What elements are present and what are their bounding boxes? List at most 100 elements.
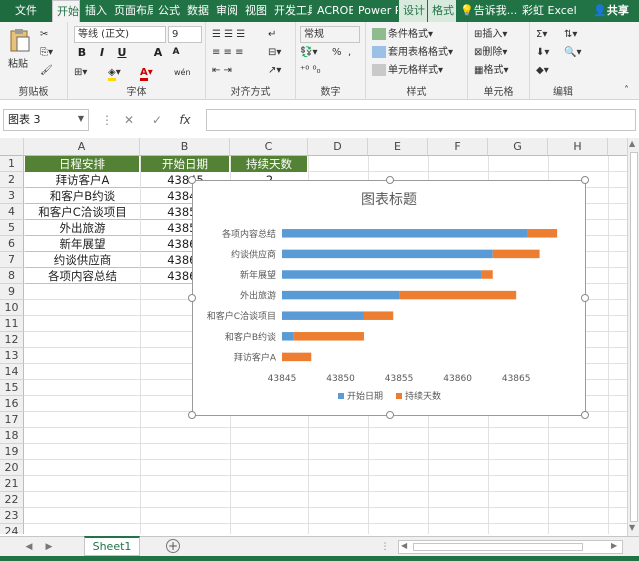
cut-icon[interactable]: ✂ — [40, 26, 48, 43]
row-header[interactable]: 3 — [0, 188, 24, 204]
row-header[interactable]: 8 — [0, 268, 24, 284]
table-cell[interactable]: 各项内容总结 — [25, 268, 140, 284]
align-center-icon[interactable]: ≡ ≡ ≡ — [212, 44, 244, 61]
indent-icon[interactable]: ⇤ ⇥ — [212, 62, 232, 79]
column-header-b[interactable]: B — [140, 138, 230, 156]
fill-icon[interactable]: ⬇▾ — [536, 44, 549, 61]
paste-icon[interactable] — [8, 28, 32, 54]
resize-handle-nw[interactable] — [188, 176, 196, 184]
resize-handle-sw[interactable] — [188, 411, 196, 419]
cancel-icon[interactable]: ✕ — [118, 111, 140, 129]
tab-design[interactable]: 设计 — [399, 0, 427, 22]
find-select-icon[interactable]: 🔍▾ — [564, 44, 581, 61]
tab-developer[interactable]: 开发工具 — [270, 0, 312, 22]
tab-power-pivot[interactable]: Power P — [354, 0, 398, 22]
row-header[interactable]: 4 — [0, 204, 24, 220]
resize-handle-ne[interactable] — [581, 176, 589, 184]
row-header[interactable]: 19 — [0, 444, 24, 460]
borders-icon[interactable]: ⊞▾ — [74, 64, 87, 81]
row-header[interactable]: 1 — [0, 156, 24, 172]
format-painter-icon[interactable]: 🖌 — [40, 62, 53, 79]
font-name-select[interactable]: 等线 (正文) — [74, 26, 166, 43]
sort-filter-icon[interactable]: ⇅▾ — [564, 26, 577, 43]
number-format-select[interactable]: 常规 — [300, 26, 360, 43]
scroll-down-icon[interactable]: ▼ — [629, 523, 635, 532]
cell-styles-button[interactable]: 单元格样式▾ — [372, 62, 443, 79]
font-color-button[interactable]: A▾ — [140, 64, 153, 81]
row-header[interactable]: 16 — [0, 396, 24, 412]
gantt-chart[interactable]: 图表标题 各项内容总结 约谈供应商 新年展望 外出旅游 和客户C洽谈项目 和客户B约谈 拜访… — [188, 176, 589, 419]
vertical-scroll-thumb[interactable] — [630, 152, 638, 522]
column-header-d[interactable]: D — [308, 138, 368, 156]
row-header[interactable]: 18 — [0, 428, 24, 444]
scroll-up-icon[interactable]: ▲ — [629, 139, 635, 148]
row-header[interactable]: 10 — [0, 300, 24, 316]
row-header[interactable]: 7 — [0, 252, 24, 268]
scroll-right-icon[interactable]: ▶ — [611, 541, 617, 550]
tab-insert[interactable]: 插入 — [81, 0, 109, 22]
align-top-icon[interactable]: ☰ ☰ ☰ — [212, 26, 245, 43]
autosum-icon[interactable]: Σ▾ — [536, 26, 547, 43]
italic-button[interactable]: I — [94, 44, 110, 61]
row-header[interactable]: 23 — [0, 508, 24, 524]
horizontal-scroll-thumb[interactable] — [413, 543, 583, 551]
column-header-g[interactable]: G — [488, 138, 548, 156]
tab-home[interactable]: 开始 — [52, 0, 80, 23]
add-sheet-icon[interactable]: + — [166, 539, 180, 553]
tab-view[interactable]: 视图 — [241, 0, 269, 22]
table-cell[interactable]: 外出旅游 — [25, 220, 140, 236]
column-header-h[interactable]: H — [548, 138, 608, 156]
phonetic-button[interactable]: wén — [174, 64, 191, 81]
header-cell-duration[interactable]: 持续天数 — [231, 156, 308, 172]
worksheet-grid[interactable]: A B C D E F G H 1 2 3 4 5 6 7 8 9 10 11 12 13 14 15 16 1… — [0, 138, 630, 534]
decimal-icon[interactable]: ⁺⁰ ⁰₀ — [300, 62, 320, 79]
wrap-text-icon[interactable]: ↵ — [268, 26, 276, 43]
row-header[interactable]: 13 — [0, 348, 24, 364]
table-cell[interactable]: 约谈供应商 — [25, 252, 140, 268]
more-options-icon[interactable]: ⋮ — [378, 539, 392, 555]
row-header[interactable]: 24 — [0, 524, 24, 534]
underline-button[interactable]: U — [114, 44, 130, 61]
column-header-f[interactable]: F — [428, 138, 488, 156]
resize-handle-e[interactable] — [581, 294, 589, 302]
row-header[interactable]: 15 — [0, 380, 24, 396]
table-cell[interactable]: 拜访客户A — [25, 172, 140, 188]
delete-cells-button[interactable]: ⊠删除▾ — [474, 44, 507, 61]
formula-input[interactable] — [206, 109, 636, 131]
tab-format[interactable]: 格式 — [428, 0, 456, 22]
tab-page-layout[interactable]: 页面布局 — [110, 0, 153, 22]
more-icon[interactable]: ⋮ — [96, 111, 118, 129]
prev-sheet-icon[interactable]: ◀ — [22, 539, 36, 555]
comma-button[interactable]: , — [348, 44, 351, 61]
row-header[interactable]: 20 — [0, 460, 24, 476]
row-header[interactable]: 17 — [0, 412, 24, 428]
orientation-icon[interactable]: ↗▾ — [268, 62, 281, 79]
row-header[interactable]: 6 — [0, 236, 24, 252]
format-cells-button[interactable]: ▦格式▾ — [474, 62, 508, 79]
row-header[interactable]: 14 — [0, 364, 24, 380]
merge-cells-icon[interactable]: ⊟▾ — [268, 44, 281, 61]
confirm-icon[interactable]: ✓ — [146, 111, 168, 129]
next-sheet-icon[interactable]: ▶ — [42, 539, 56, 555]
currency-icon[interactable]: 💱▾ — [300, 44, 317, 61]
resize-handle-se[interactable] — [581, 411, 589, 419]
scroll-left-icon[interactable]: ◀ — [401, 541, 407, 550]
vertical-scrollbar[interactable]: ▲ ▼ — [627, 138, 639, 536]
row-header[interactable]: 21 — [0, 476, 24, 492]
column-header-c[interactable]: C — [230, 138, 308, 156]
conditional-format-button[interactable]: 条件格式▾ — [372, 26, 433, 43]
header-cell-schedule[interactable]: 日程安排 — [25, 156, 140, 172]
resize-handle-s[interactable] — [386, 411, 394, 419]
row-header[interactable]: 12 — [0, 332, 24, 348]
share-button[interactable]: 👤共享 — [583, 0, 639, 22]
tab-review[interactable]: 审阅 — [212, 0, 240, 22]
tab-data[interactable]: 数据 — [183, 0, 211, 22]
resize-handle-w[interactable] — [188, 294, 196, 302]
collapse-ribbon-icon[interactable]: ˄ — [624, 82, 629, 99]
column-header-a[interactable]: A — [24, 138, 140, 156]
tab-formulas[interactable]: 公式 — [154, 0, 182, 22]
row-header[interactable]: 2 — [0, 172, 24, 188]
font-size-select[interactable]: 9 — [168, 26, 202, 43]
row-header[interactable]: 9 — [0, 284, 24, 300]
tab-acrobat[interactable]: ACROBAT — [313, 0, 353, 22]
